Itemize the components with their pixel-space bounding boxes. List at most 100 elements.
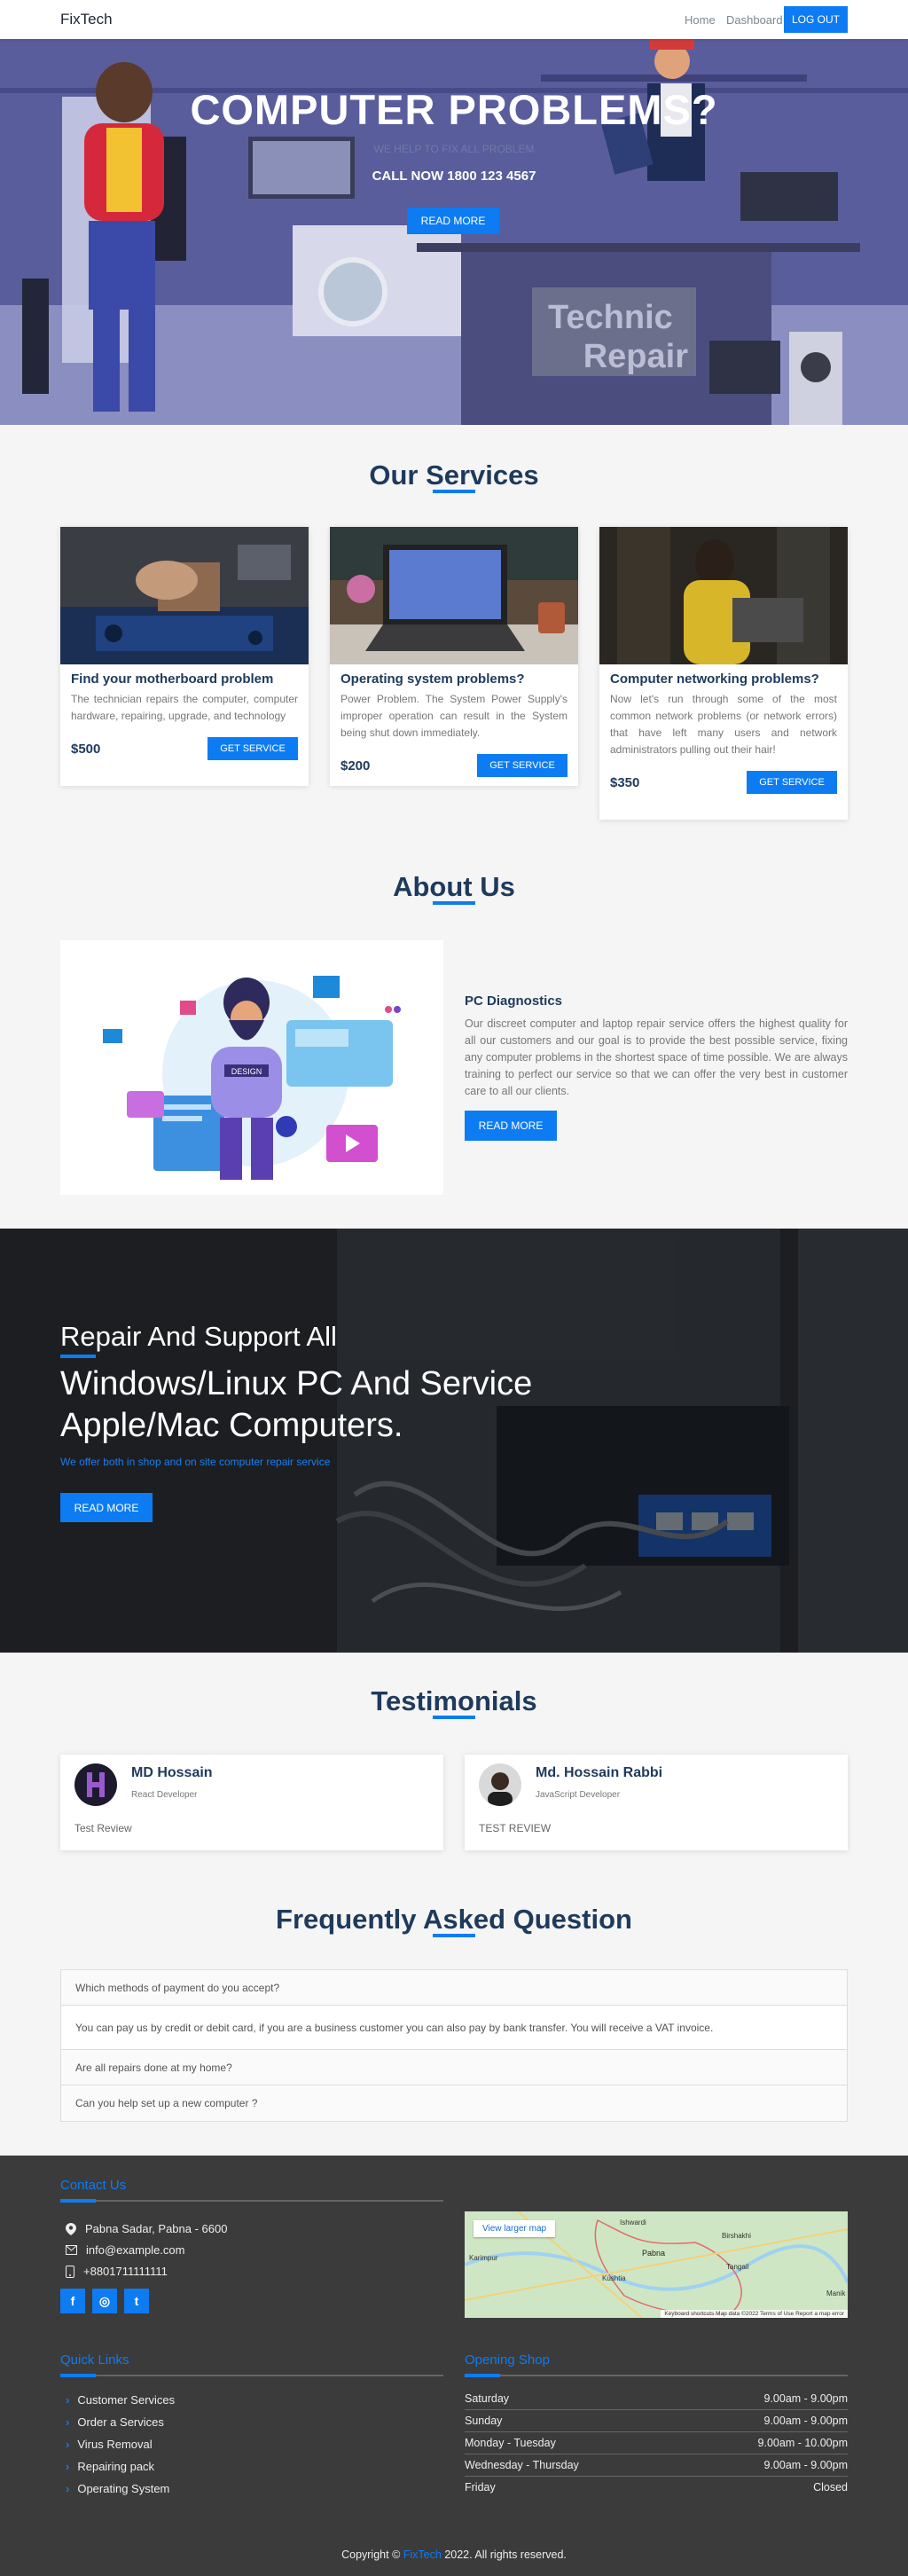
nav-home-link[interactable]: Home	[685, 13, 716, 27]
banner-heading-1: Repair And Support All	[60, 1321, 337, 1352]
faq-title-underline	[433, 1934, 475, 1937]
faq-question-payment[interactable]: Which methods of payment do you accept?	[61, 1970, 847, 2006]
copyright-brand[interactable]: FixTech	[403, 2549, 442, 2561]
address-text: Pabna Sadar, Pabna - 6600	[85, 2222, 228, 2235]
banner-read-more-button[interactable]: READ MORE	[60, 1493, 153, 1522]
banner-text: We offer both in shop and on site comput…	[60, 1456, 331, 1468]
email-text[interactable]: info@example.com	[86, 2243, 184, 2257]
faq-title: Frequently Asked Question	[276, 1904, 632, 1935]
testimonial-review: Test Review	[74, 1822, 132, 1834]
get-service-button[interactable]: GET SERVICE	[747, 771, 837, 794]
quick-link-order-services[interactable]: Order a Services	[66, 2415, 164, 2429]
testimonial-card: Md. Hossain Rabbi JavaScript Developer T…	[465, 1755, 848, 1850]
hours-day: Sunday	[465, 2415, 503, 2427]
footer: Contact Us Pabna Sadar, Pabna - 6600 inf…	[0, 2156, 908, 2576]
repair-banner: Repair And Support All Windows/Linux PC …	[0, 1229, 908, 1653]
hours-time: Closed	[813, 2481, 848, 2494]
copyright-suffix: 2022. All rights reserved.	[444, 2549, 567, 2561]
testimonial-role: JavaScript Developer	[536, 1790, 621, 1800]
hero-read-more-button[interactable]: READ MORE	[407, 208, 499, 234]
get-service-button[interactable]: GET SERVICE	[207, 737, 298, 760]
hero-subtitle: WE HELP TO FIX ALL PROBLEM	[373, 143, 535, 155]
hours-time: 9.00am - 10.00pm	[757, 2437, 848, 2449]
testimonial-name: MD Hossain	[131, 1765, 213, 1780]
illustration-design-label: DESIGN	[231, 1067, 262, 1076]
quick-link-repairing-pack[interactable]: Repairing pack	[66, 2460, 154, 2473]
get-service-button[interactable]: GET SERVICE	[477, 754, 568, 777]
faq-question-setup[interactable]: Can you help set up a new computer ?	[61, 2085, 847, 2121]
contact-email: info@example.com	[66, 2243, 184, 2257]
faq-answer-payment: You can pay us by credit or debit card, …	[61, 2006, 847, 2050]
services-title: Our Services	[369, 459, 539, 491]
hours-day: Friday	[465, 2481, 496, 2494]
mobile-phone-icon	[66, 2265, 74, 2278]
about-read-more-button[interactable]: READ MORE	[465, 1111, 557, 1141]
twitter-icon[interactable]: t	[124, 2289, 149, 2313]
about-title-underline	[433, 901, 475, 905]
location-pin-icon	[66, 2222, 76, 2235]
avatar	[479, 1763, 521, 1806]
laptop-image	[330, 527, 578, 664]
phone-text[interactable]: +8801711111111	[83, 2265, 168, 2278]
map-label: Birshakhi	[722, 2232, 751, 2240]
contact-title: Contact Us	[60, 2178, 127, 2193]
faq-question-home-repairs[interactable]: Are all repairs done at my home?	[61, 2050, 847, 2085]
navbar: FixTech Home Dashboard LOG OUT	[0, 0, 908, 39]
hours-day: Monday - Tuesday	[465, 2437, 556, 2449]
hero-title: COMPUTER PROBLEMS?	[190, 86, 718, 133]
testimonial-name: Md. Hossain Rabbi	[536, 1765, 663, 1780]
logout-button[interactable]: LOG OUT	[783, 6, 848, 33]
hours-day: Wednesday - Thursday	[465, 2459, 579, 2471]
about-heading: PC Diagnostics	[465, 993, 563, 1009]
avatar	[74, 1763, 117, 1806]
sign-line-1: Technic	[548, 299, 673, 336]
map-label: Manik	[826, 2289, 846, 2297]
map-label: Pabna	[642, 2249, 665, 2258]
view-larger-map-button[interactable]: View larger map	[474, 2220, 556, 2237]
facebook-icon[interactable]: f	[60, 2289, 85, 2313]
copyright-prefix: Copyright ©	[341, 2549, 401, 2561]
banner-line-3: Apple/Mac Computers.	[60, 1407, 403, 1444]
contact-phone: +8801711111111	[66, 2265, 168, 2278]
service-price: $500	[71, 741, 101, 757]
hours-row: Friday Closed	[465, 2477, 848, 2499]
brand-logo[interactable]: FixTech	[60, 11, 113, 28]
quick-link-customer-services[interactable]: Customer Services	[66, 2393, 175, 2407]
service-card-title: Find your motherboard problem	[71, 671, 274, 687]
copyright: Copyright © FixTech 2022. All rights res…	[0, 2549, 908, 2561]
instagram-icon[interactable]: ◎	[92, 2289, 117, 2313]
services-title-underline	[433, 490, 475, 493]
map-attribution[interactable]: Keyboard shortcuts Map data ©2022 Terms …	[661, 2310, 848, 2318]
motherboard-image	[60, 527, 309, 664]
banner-line-2: Windows/Linux PC And Service	[60, 1365, 533, 1402]
about-illustration: DESIGN	[60, 940, 443, 1195]
service-price: $200	[340, 758, 371, 774]
hero-call-number: CALL NOW 1800 123 4567	[372, 169, 536, 184]
service-card-text: The technician repairs the computer, com…	[71, 693, 298, 722]
hours-time: 9.00am - 9.00pm	[763, 2459, 849, 2471]
nav-dashboard-link[interactable]: Dashboard	[726, 13, 783, 27]
faq-accordion: Which methods of payment do you accept? …	[60, 1969, 848, 2122]
opening-hours-title: Opening Shop	[465, 2352, 550, 2368]
hours-day: Saturday	[465, 2392, 510, 2405]
service-card-title: Operating system problems?	[340, 671, 525, 687]
location-map[interactable]: Ishwardi Pabna Karimpur Kushtia Birshakh…	[465, 2211, 848, 2318]
service-card: Computer networking problems? Now let's …	[599, 527, 848, 820]
map-label: Kushtia	[602, 2274, 626, 2282]
testimonial-role: React Developer	[131, 1790, 198, 1800]
contact-underline	[60, 2199, 443, 2203]
map-label: Ishwardi	[620, 2219, 646, 2227]
envelope-icon	[66, 2245, 77, 2255]
service-card-text: Now let's run through some of the most c…	[610, 693, 837, 756]
quick-link-virus-removal[interactable]: Virus Removal	[66, 2438, 152, 2451]
hours-row: Saturday 9.00am - 9.00pm	[465, 2388, 848, 2410]
service-card-title: Computer networking problems?	[610, 671, 819, 687]
hero-section: Technic Repair COMPUTER PROBLEMS? WE HEL…	[0, 39, 908, 425]
quick-link-operating-system[interactable]: Operating System	[66, 2482, 169, 2495]
banner-heading-2: Windows/Linux PC And Service Apple/Mac C…	[60, 1363, 681, 1447]
hours-time: 9.00am - 9.00pm	[763, 2392, 849, 2405]
opening-hours-underline	[465, 2374, 848, 2377]
testimonials-title: Testimonials	[371, 1685, 537, 1716]
quick-links-title: Quick Links	[60, 2352, 129, 2368]
service-card: Operating system problems? Power Problem…	[330, 527, 578, 786]
